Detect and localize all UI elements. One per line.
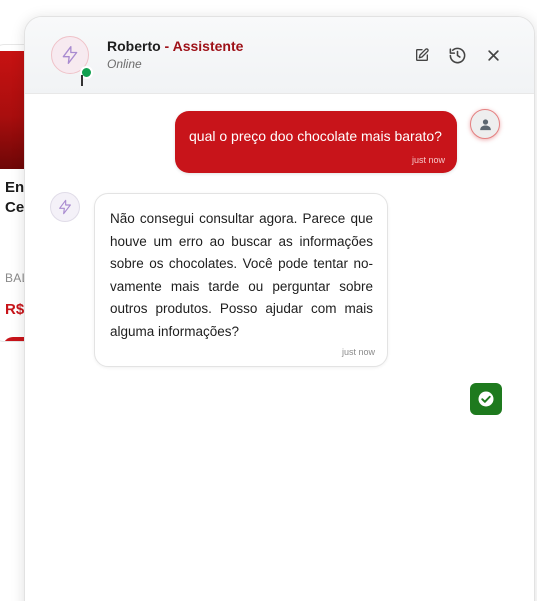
text-cursor <box>81 75 83 86</box>
confirm-button[interactable] <box>470 383 502 415</box>
chat-header: Roberto - Assistente Online <box>25 17 534 94</box>
product-price: R$ <box>5 301 25 318</box>
edit-icon <box>416 48 429 61</box>
close-button[interactable] <box>482 44 504 66</box>
user-message-time: just now <box>411 155 445 165</box>
check-circle-icon <box>478 391 494 407</box>
assistant-message: Não consegui consultar agora. Parece que… <box>94 193 388 367</box>
lightning-icon <box>62 46 78 64</box>
history-button[interactable] <box>446 44 468 66</box>
user-avatar <box>470 109 500 139</box>
assistant-message-avatar <box>50 192 80 222</box>
history-icon <box>449 47 465 63</box>
user-message: qual o preço doo chocolate mais barato? … <box>175 111 457 173</box>
user-icon <box>479 118 491 130</box>
close-icon <box>487 49 499 61</box>
assistant-first-name: Roberto <box>107 38 161 54</box>
chat-panel: Roberto - Assistente Online qual o preço… <box>24 16 535 601</box>
assistant-status: Online <box>107 57 142 71</box>
viewport: En Ce BAL R$ A Roberto - Assistente Onli… <box>0 0 537 601</box>
edit-button[interactable] <box>411 44 433 66</box>
assistant-role: Assistente <box>172 38 244 54</box>
assistant-message-text: Não consegui consultar agora. Parece que… <box>110 211 373 339</box>
assistant-name: Roberto - Assistente <box>107 38 243 54</box>
name-separator: - <box>160 38 173 54</box>
user-message-text: qual o preço doo chocolate mais barato? <box>189 128 442 144</box>
lightning-icon <box>59 199 71 215</box>
assistant-message-time: just now <box>341 347 375 357</box>
